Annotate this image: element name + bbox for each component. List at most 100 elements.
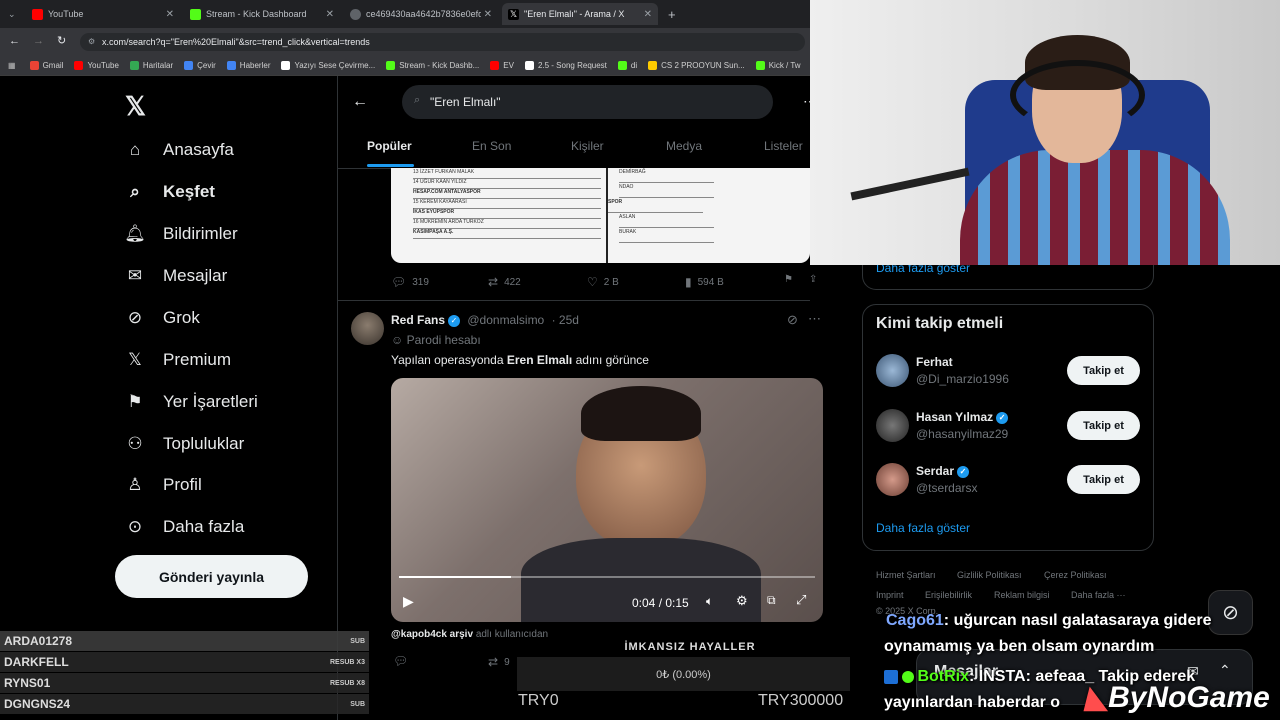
bookmark-favicon-icon [281,61,291,70]
suggestion-name[interactable]: Hasan Yılmaz ✓ [916,410,1009,424]
tab-people[interactable]: Kişiler [571,139,604,153]
sidebar-item-mesajlar[interactable]: ✉ Mesajlar [124,265,227,287]
suggestion-name[interactable]: Serdar ✓ [916,464,978,478]
reply-button[interactable]: 💬︎ 319 [391,275,429,289]
sidebar-item-anasayfa[interactable]: ⌂ Anasayfa [124,139,234,161]
tab-popular[interactable]: Popüler [367,139,412,153]
footer-link[interactable]: Erişilebilirlik [925,590,972,600]
back-arrow-icon[interactable]: ← [352,93,368,111]
suggestion-name[interactable]: Ferhat [916,355,1009,369]
expand-icon[interactable]: ⌃ [1219,662,1231,679]
grok-icon[interactable]: ⊘ [1208,590,1253,635]
footer-link[interactable]: Imprint [876,590,904,600]
bookmark-item[interactable]: YouTube [74,61,119,70]
tab-media[interactable]: Medya [666,139,702,153]
new-tab-button[interactable]: + [662,3,682,25]
bookmark-item[interactable]: Kick / Tw [755,61,801,70]
close-icon[interactable]: ✕ [484,9,492,20]
follow-button[interactable]: Takip et [1067,356,1140,385]
avatar[interactable] [876,354,909,387]
bookmark-item[interactable]: di [617,61,637,70]
bookmark-item[interactable]: Çevir [184,61,216,70]
follow-suggestion[interactable]: Hasan Yılmaz ✓ @hasanyilmaz29 [876,409,1008,442]
footer-link[interactable]: Daha fazla ··· [1071,590,1126,600]
bookmark-item[interactable]: 2.5 - Song Request [524,61,607,70]
post-button[interactable]: Gönderi yayınla [115,555,308,598]
avatar[interactable] [876,409,909,442]
bookmark-item[interactable]: Yazıyı Sese Çevirme... [281,61,375,70]
tab-list-button[interactable]: ⌄ [2,3,24,25]
more-icon[interactable]: ⋯ [808,311,821,327]
sidebar-item-yer-i̇şaretleri[interactable]: ⚑ Yer İşaretleri [124,391,257,413]
follow-suggestion[interactable]: Serdar ✓ @tserdarsx [876,463,978,496]
video-player[interactable]: ▶ 0:04 / 0:15 🔈︎ ⚙ ⧉ ⤢ [391,378,823,622]
close-icon[interactable]: ✕ [644,9,652,20]
views-button[interactable]: ▮ 594 B [685,275,724,289]
forward-icon[interactable]: → [33,35,44,47]
bookmark-item[interactable]: Stream - Kick Dashb... [386,61,479,70]
sidebar-item-topluluklar[interactable]: ⚇ Topluluklar [124,433,244,455]
back-icon[interactable]: ← [9,35,20,47]
site-info-icon[interactable]: ⚙ [88,37,95,46]
repost-button[interactable]: ⇄ 9 [488,655,510,669]
grok-icon[interactable]: ⊘ [787,312,798,328]
follow-suggestion[interactable]: Ferhat @Di_marzio1996 [876,354,1009,387]
sidebar-item-label: Keşfet [163,182,215,201]
tab-x-search[interactable]: 𝕏 "Eren Elmalı" - Arama / X ✕ [502,3,658,25]
author-handle[interactable]: @donmalsimo [467,313,544,327]
follow-button[interactable]: Takip et [1067,465,1140,494]
suggestion-handle[interactable]: @Di_marzio1996 [916,372,1009,386]
close-icon[interactable]: ✕ [166,9,174,20]
reply-icon[interactable]: 💬︎ [393,654,408,668]
show-more-link[interactable]: Daha fazla göster [876,521,970,535]
repost-button[interactable]: ⇄ 422 [488,275,521,289]
like-button[interactable]: ♡ 2 B [587,275,619,289]
bookmark-item[interactable]: Haberler [226,61,270,70]
avatar[interactable] [876,463,909,496]
bell-icon: 🔔︎ [124,224,146,243]
reload-icon[interactable]: ↻ [57,34,66,47]
footer-link[interactable]: Gizlilik Politikası [957,570,1022,580]
url-field[interactable]: ⚙ x.com/search?q="Eren%20Elmali"&src=tre… [80,33,805,51]
volume-icon[interactable]: 🔈︎ [706,594,713,609]
x-logo-icon[interactable]: 𝕏 [125,91,146,122]
close-icon[interactable]: ✕ [326,9,334,20]
tab-lists[interactable]: Listeler [764,139,803,153]
author-name[interactable]: Red Fans [391,313,445,327]
sidebar-item-profil[interactable]: ♙ Profil [124,474,201,496]
suggestion-handle[interactable]: @tserdarsx [916,481,978,495]
sidebar-item-keşfet[interactable]: ⌕ Keşfet [124,181,215,203]
footer-link[interactable]: Reklam bilgisi [994,590,1050,600]
webcam-feed [810,0,1280,265]
tweet-time[interactable]: · 25d [552,313,579,327]
play-icon[interactable]: ▶ [403,593,414,610]
tab-latest[interactable]: En Son [472,139,511,153]
bookmark-item[interactable]: EV [490,61,514,70]
tweet-image[interactable]: 13 İZZET FURKAN MALAK 14 UĞUR KAAN YILDIZ… [391,168,810,263]
follow-button[interactable]: Takip et [1067,411,1140,440]
avatar[interactable] [351,312,384,345]
suggestion-handle[interactable]: @hasanyilmaz29 [916,427,1008,441]
bookmark-item[interactable]: CS 2 PROOYUN Sun... [648,61,745,70]
tab-file[interactable]: ce469430aa4642b7836e0efdd0 ✕ [344,3,498,25]
share-icon[interactable]: ⇪ [809,274,817,285]
tab-kick-dashboard[interactable]: Stream - Kick Dashboard ✕ [184,3,340,25]
footer-link[interactable]: Çerez Politikası [1044,570,1107,580]
pip-icon[interactable]: ⧉ [767,593,776,608]
search-input[interactable]: ⌕ "Eren Elmalı" [402,85,773,119]
bookmark-item[interactable]: Gmail [29,61,63,70]
sidebar-item-grok[interactable]: ⊘ Grok [124,307,200,329]
mask-icon: ☺ [391,333,404,347]
bookmark-icon[interactable]: ⚑ [784,274,793,285]
sidebar-item-daha-fazla[interactable]: ⊙ Daha fazla [124,516,244,538]
apps-icon[interactable]: ▦ [8,61,16,70]
fullscreen-icon[interactable]: ⤢ [796,592,806,608]
bookmark-item[interactable]: Haritalar [129,61,173,70]
settings-icon[interactable]: ⚙ [736,593,748,609]
sidebar-item-bildirimler[interactable]: 🔔︎ Bildirimler [124,223,237,245]
document-row: DEMİRBAĞ [619,169,714,183]
tab-youtube[interactable]: YouTube ✕ [26,3,180,25]
video-progress-track[interactable] [399,576,815,578]
footer-link[interactable]: Hizmet Şartları [876,570,936,580]
sidebar-item-premium[interactable]: 𝕏 Premium [124,349,231,371]
